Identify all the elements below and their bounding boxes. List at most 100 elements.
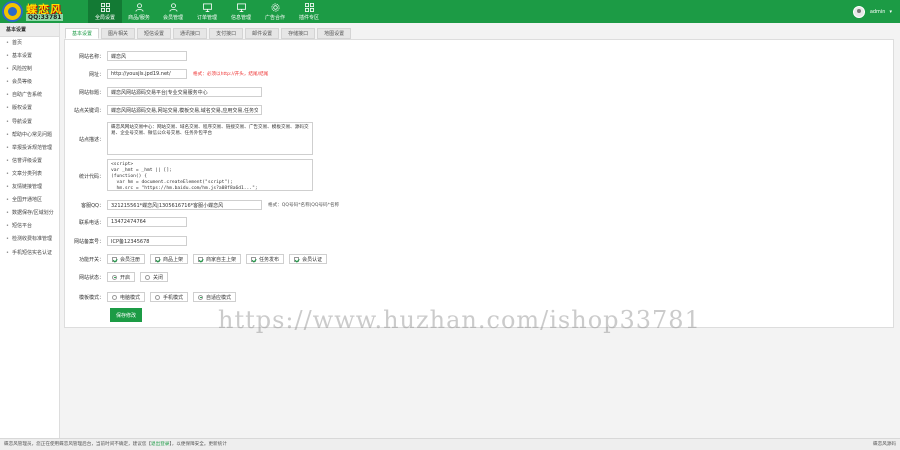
feature-option-register[interactable]: 会员注册 — [107, 254, 146, 264]
stats-code-textarea[interactable]: <script> var _hmt = _hmt || []; (functio… — [107, 159, 313, 191]
sidebar-item[interactable]: 文章分类列表 — [0, 168, 59, 181]
status-bar: 蝶恋风管理员，您正在使用蝶恋风管理后台，当前时间不确定，建议您【退出登录】，以便… — [0, 438, 900, 450]
footer-right-text: 蝶恋风源码 — [873, 442, 896, 447]
checkbox[interactable] — [294, 256, 300, 262]
sidebar-item[interactable]: 信誉评级设置 — [0, 155, 59, 168]
user-menu[interactable]: admin ▾ — [852, 0, 892, 23]
monitor-icon — [202, 2, 212, 12]
option-label: 任务发布 — [259, 256, 280, 263]
sidebar-item[interactable]: 会员等级 — [0, 76, 59, 89]
label-stats-code: 统计代码： — [78, 174, 104, 180]
logout-link[interactable]: 退出登录 — [151, 442, 169, 447]
feature-option-verify[interactable]: 会员认证 — [289, 254, 328, 264]
row-service-qq: 客服QQ： 格式：QQ号码*名称|QQ号码*名称 — [65, 200, 339, 210]
feature-option-task[interactable]: 任务发布 — [246, 254, 285, 264]
tab-images[interactable]: 图片相关 — [101, 28, 136, 39]
label-phone: 联系电话： — [78, 219, 104, 226]
tab-map[interactable]: 地图设置 — [317, 28, 352, 39]
radio-button[interactable] — [112, 274, 117, 280]
option-label: 开启 — [120, 274, 131, 281]
site-url-hint: 格式：必须以http://开头，结尾/结尾 — [193, 72, 269, 77]
sidebar-item[interactable]: 帮助中心常见问题 — [0, 129, 59, 142]
sidebar-item[interactable]: 举报投诉规范管理 — [0, 142, 59, 155]
sidebar-item[interactable]: 风险控制 — [0, 63, 59, 76]
logo-mark-icon — [2, 1, 23, 22]
icp-input[interactable] — [107, 236, 187, 246]
nav-item-info[interactable]: 信息管理 — [224, 0, 258, 23]
brand-qq: QQ:33781 — [26, 14, 64, 21]
tab-storage[interactable]: 存储接口 — [281, 28, 316, 39]
checkbox[interactable] — [112, 256, 117, 262]
nav-item-plugins[interactable]: 插件专区 — [292, 0, 326, 23]
footer-text-after: 】，以便保障安全。更新统计 — [169, 442, 227, 447]
row-site-url: 网址： 格式：必须以http://开头，结尾/结尾 — [65, 69, 268, 79]
radio-button[interactable] — [198, 294, 204, 300]
mode-option-pc[interactable]: 电脑模式 — [107, 292, 146, 302]
label-keywords: 站点关键词： — [73, 107, 104, 114]
tab-sms[interactable]: 短信设置 — [137, 28, 172, 39]
save-button[interactable]: 保存修改 — [110, 308, 142, 322]
feature-option-merchant[interactable]: 商家自主上架 — [193, 254, 242, 264]
tab-email[interactable]: 邮件设置 — [245, 28, 280, 39]
mode-option-adaptive[interactable]: 自适应模式 — [193, 292, 237, 302]
nav-item-label: 广告合作 — [264, 14, 285, 21]
feature-option-listing[interactable]: 商品上架 — [150, 254, 189, 264]
sidebar-item[interactable]: 导航设置 — [0, 116, 59, 129]
site-name-input[interactable] — [107, 51, 187, 61]
option-label: 会员注册 — [120, 256, 141, 263]
status-option-close[interactable]: 关闭 — [140, 272, 169, 282]
checkbox[interactable] — [155, 256, 161, 262]
sidebar-item[interactable]: 基本设置 — [0, 50, 59, 63]
site-title-input[interactable] — [107, 87, 262, 97]
nav-item-global-settings[interactable]: 全局设置 — [88, 0, 122, 23]
tab-comms[interactable]: 通讯接口 — [173, 28, 208, 39]
tab-payment[interactable]: 支付接口 — [209, 28, 244, 39]
sidebar-item[interactable]: 版权设置 — [0, 102, 59, 115]
brand-logo[interactable]: 蝶恋风 QQ:33781 — [2, 1, 86, 22]
tab-basic[interactable]: 基本设置 — [65, 28, 100, 39]
app-root: 蝶恋风 QQ:33781 全局设置 商品/服务 会员管理 订单管理 信息管理 广… — [0, 0, 900, 450]
row-keywords: 站点关键词： — [65, 105, 262, 115]
footer-text-before: 蝶恋风管理员，您正在使用蝶恋风管理后台，当前时间不确定，建议您【 — [4, 442, 152, 447]
description-textarea[interactable]: 蝶恋风网站交易中心：网站交易、域名交易、程序交易、链接交易、广告交易、模板交易、… — [107, 122, 313, 155]
nav-item-label: 插件专区 — [298, 14, 319, 21]
nav-item-label: 全局设置 — [94, 14, 115, 21]
monitor-icon — [236, 2, 246, 12]
row-site-title: 网站标题： — [65, 87, 262, 97]
checkbox[interactable] — [198, 256, 204, 262]
label-description: 站点描述： — [78, 137, 104, 143]
row-stats-code: 统计代码： <script> var _hmt = _hmt || []; (f… — [65, 159, 313, 191]
checkbox[interactable] — [251, 256, 257, 262]
option-label: 商品上架 — [163, 256, 184, 263]
radio-button[interactable] — [112, 294, 117, 300]
service-qq-input[interactable] — [107, 200, 262, 210]
sidebar-item[interactable]: 检测收费标准管理 — [0, 233, 59, 246]
sidebar-item[interactable]: 全国开通地区 — [0, 194, 59, 207]
phone-input[interactable] — [107, 217, 187, 227]
sidebar-item[interactable]: 自助广告系统 — [0, 89, 59, 102]
user-icon — [134, 2, 144, 12]
status-option-open[interactable]: 开启 — [107, 272, 136, 282]
site-url-input[interactable] — [107, 69, 187, 79]
mode-option-mobile[interactable]: 手机模式 — [150, 292, 189, 302]
nav-item-ads[interactable]: 广告合作 — [258, 0, 292, 23]
label-icp: 网站备案号： — [73, 238, 104, 245]
sidebar-item[interactable]: 首页 — [0, 37, 59, 50]
radio-button[interactable] — [145, 274, 151, 280]
nav-item-goods[interactable]: 商品/服务 — [122, 0, 156, 23]
sidebar-item[interactable]: 手机短信实名认证 — [0, 247, 59, 260]
nav-item-label: 信息管理 — [230, 14, 251, 21]
nav-item-label: 商品/服务 — [128, 14, 150, 21]
sidebar-item[interactable]: 友情链接管理 — [0, 181, 59, 194]
keywords-input[interactable] — [107, 105, 262, 115]
sidebar-item[interactable]: 数据保存/区域划分 — [0, 207, 59, 220]
user-icon — [168, 2, 178, 12]
nav-item-orders[interactable]: 订单管理 — [190, 0, 224, 23]
radio-button[interactable] — [155, 294, 161, 300]
option-label: 自适应模式 — [206, 294, 232, 301]
label-features: 功能开关： — [78, 256, 104, 263]
settings-form: 网站名称： 网址： 格式：必须以http://开头，结尾/结尾 网站标题： 站点… — [64, 39, 894, 328]
nav-item-members[interactable]: 会员管理 — [156, 0, 190, 23]
nav-item-label: 会员管理 — [162, 14, 183, 21]
sidebar-item[interactable]: 短信平台 — [0, 220, 59, 233]
